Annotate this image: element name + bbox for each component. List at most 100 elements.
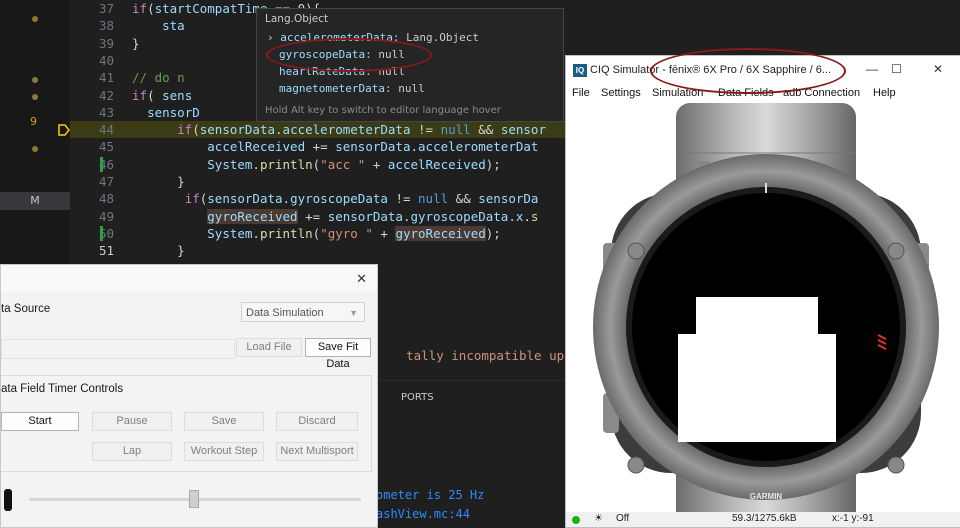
code-text: // do n	[132, 70, 185, 86]
code-text: }	[132, 35, 140, 51]
svg-text:GARMIN: GARMIN	[750, 492, 783, 501]
line-number: 43	[98, 104, 114, 120]
tab-ports[interactable]: PORTS	[401, 392, 434, 403]
save-fit-data-button[interactable]: Save Fit Data	[305, 338, 371, 370]
line-number: 48	[98, 191, 114, 207]
code-line[interactable]: 45 accelReceived += sensorData.accelerom…	[70, 138, 570, 155]
screen-field-bottom	[678, 334, 836, 442]
hover-row: gyroscopeData: null	[279, 48, 405, 61]
code-text: System.println("acc " + accelReceived);	[207, 156, 501, 172]
status-bar: ☀ Off 59.3/1275.6kB x:-1 y:-91	[566, 512, 960, 527]
dialog-titlebar[interactable]	[1, 265, 377, 292]
start-button[interactable]: Start	[1, 412, 79, 431]
code-fragment: tally incompatible update	[406, 348, 595, 363]
code-text: sta	[162, 18, 185, 34]
load-file-button[interactable]: Load File	[236, 338, 302, 357]
hover-row: magnetometerData: null	[279, 82, 425, 95]
watch-canvas[interactable]: GARMIN	[566, 103, 960, 513]
ciq-logo-icon: IQ	[573, 64, 587, 77]
hover-row: › accelerometerData: Lang.Object	[267, 31, 479, 44]
hover-row: heartRateData: null	[279, 65, 405, 78]
code-text: sensorD	[147, 104, 200, 120]
hover-type: Lang.Object	[265, 13, 329, 25]
terminal-line: ashView.mc:44	[376, 507, 470, 521]
code-line[interactable]: 44 if(sensorData.accelerometerData != nu…	[70, 121, 570, 139]
menu-settings[interactable]: Settings	[601, 87, 641, 99]
line-number: 45	[98, 139, 114, 155]
code-text: if(sensorData.accelerometerData != null …	[177, 122, 546, 138]
line-number: 50	[98, 225, 114, 241]
modified-marker[interactable]: M	[0, 192, 70, 210]
code-line[interactable]: 48 if(sensorData.gyroscopeData != null &…	[70, 190, 570, 207]
screen-field-top	[696, 297, 818, 335]
minimize-icon[interactable]: —	[866, 62, 878, 76]
code-text: }	[132, 174, 185, 189]
line-number: 47	[98, 174, 114, 189]
simulation-data-dialog[interactable]: ✕ ta Source Data Simulation ▼ Load File …	[0, 264, 378, 528]
menu-file[interactable]: File	[572, 87, 590, 99]
change-dot	[32, 16, 38, 22]
code-line[interactable]: 51 }	[70, 242, 570, 259]
status-light-icon	[572, 516, 580, 524]
discard-button[interactable]: Discard	[276, 412, 358, 431]
menu-adb-connection[interactable]: adb Connection	[783, 87, 860, 99]
change-dot	[32, 94, 38, 100]
file-path-input[interactable]	[1, 339, 235, 359]
backlight-state: Off	[616, 513, 630, 524]
maximize-icon[interactable]: ☐	[891, 62, 902, 76]
code-text: if( sens	[132, 87, 193, 103]
menu-bar: File Settings Simulation Data Fields adb…	[566, 84, 960, 102]
chevron-down-icon: ▼	[349, 308, 358, 318]
code-text: gyroReceived += sensorData.gyroscopeData…	[207, 208, 539, 224]
cursor-coords: x:-1 y:-91	[832, 513, 874, 524]
code-text: if(sensorData.gyroscopeData != null && s…	[184, 191, 539, 207]
code-line[interactable]: 49 gyroReceived += sensorData.gyroscopeD…	[70, 208, 570, 225]
line-number: 51	[98, 243, 114, 259]
menu-data-fields[interactable]: Data Fields	[718, 87, 774, 99]
hover-tooltip: Lang.Object › accelerometerData: Lang.Ob…	[256, 8, 564, 122]
close-icon[interactable]: ✕	[356, 271, 367, 287]
change-dot	[32, 77, 38, 83]
next-multisport-button[interactable]: Next Multisport	[276, 442, 358, 461]
line-number: 41	[98, 70, 114, 86]
menu-simulation[interactable]: Simulation	[652, 87, 703, 99]
code-text: accelReceived += sensorData.acceleromete…	[207, 139, 539, 155]
slider-thumb[interactable]	[189, 490, 199, 508]
ciq-simulator-window[interactable]: IQ CIQ Simulator - fēnix® 6X Pro / 6X Sa…	[565, 55, 960, 528]
chevron-right-icon[interactable]: ›	[267, 31, 274, 44]
watch-device: GARMIN	[593, 103, 939, 513]
code-line[interactable]: 47 }	[70, 173, 570, 190]
menu-help[interactable]: Help	[873, 87, 896, 99]
git-added-bar	[100, 226, 103, 241]
window-title: CIQ Simulator - fēnix® 6X Pro / 6X Sapph…	[590, 64, 832, 76]
terminal-line: ometer is 25 Hz	[376, 488, 485, 502]
problem-count: 9	[30, 115, 37, 128]
hover-note: Hold Alt key to switch to editor languag…	[265, 105, 501, 116]
data-source-select[interactable]: Data Simulation ▼	[241, 302, 365, 322]
line-number: 40	[98, 52, 114, 68]
line-number: 39	[98, 35, 114, 51]
workout-step-button[interactable]: Workout Step	[184, 442, 264, 461]
code-line[interactable]: 50 System.println("gyro " + gyroReceived…	[70, 225, 570, 242]
line-number: 46	[98, 156, 114, 172]
save-button[interactable]: Save	[184, 412, 264, 431]
sun-icon: ☀	[594, 513, 603, 524]
line-number: 42	[98, 87, 114, 103]
data-source-label: ta Source	[1, 303, 51, 315]
code-line[interactable]: 46 System.println("acc " + accelReceived…	[70, 156, 570, 173]
timer-controls-label: ata Field Timer Controls	[1, 383, 124, 395]
line-number: 49	[98, 208, 114, 224]
debug-arrow-icon[interactable]	[58, 124, 70, 136]
git-added-bar	[100, 157, 103, 172]
line-number: 37	[98, 1, 114, 16]
pause-button[interactable]: Pause	[92, 412, 172, 431]
line-number: 44	[98, 122, 114, 138]
level-indicator	[4, 489, 12, 511]
memory-usage: 59.3/1275.6kB	[732, 513, 797, 524]
code-text: }	[132, 243, 185, 259]
change-dot	[32, 146, 38, 152]
close-icon[interactable]: ✕	[933, 62, 943, 76]
line-number: 38	[98, 18, 114, 34]
simulator-titlebar[interactable]: IQ CIQ Simulator - fēnix® 6X Pro / 6X Sa…	[566, 56, 960, 84]
lap-button[interactable]: Lap	[92, 442, 172, 461]
